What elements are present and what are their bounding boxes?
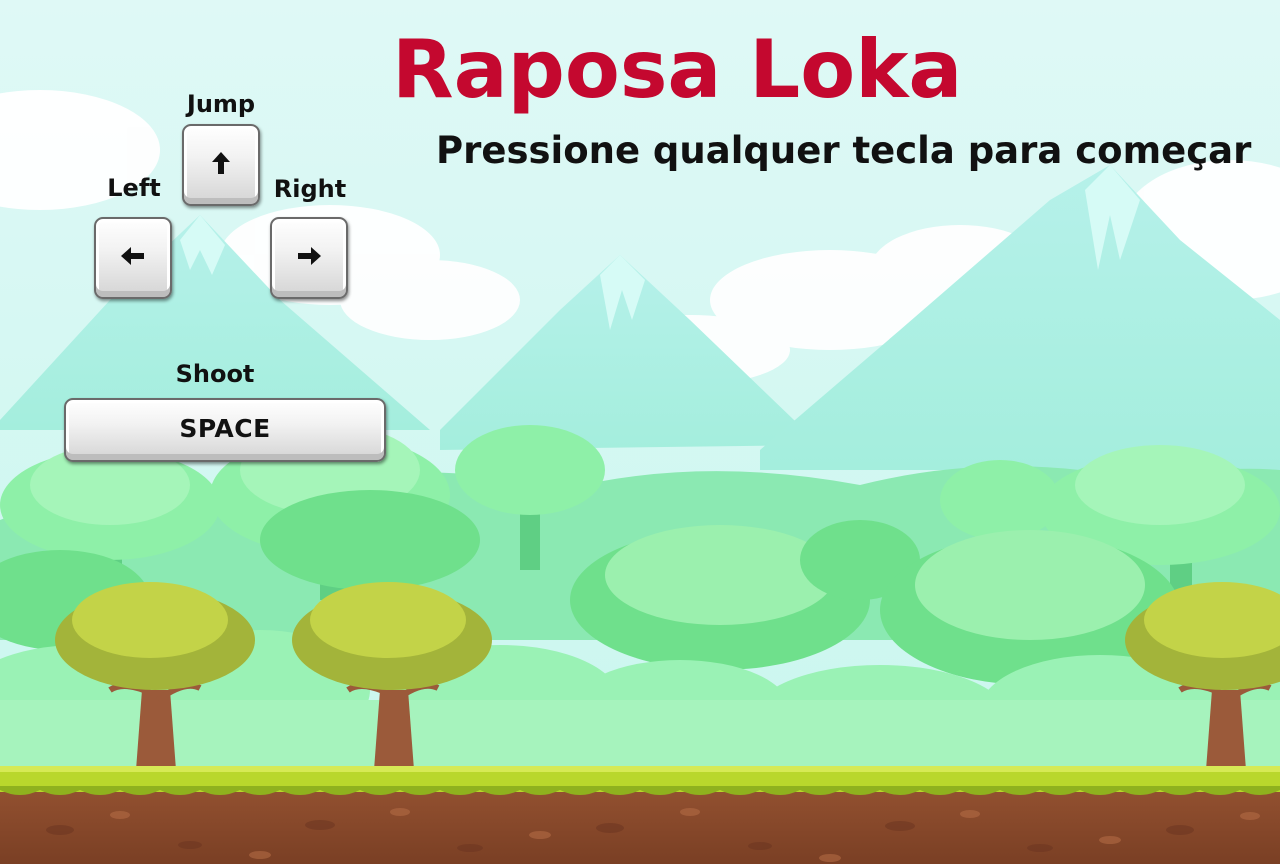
- ground: [0, 766, 1280, 864]
- shoot-label: Shoot: [175, 360, 255, 388]
- jump-label: Jump: [186, 90, 256, 118]
- space-key[interactable]: SPACE: [64, 398, 386, 462]
- arrow-left-icon: [121, 247, 144, 265]
- start-prompt: Pressione qualquer tecla para começar: [436, 129, 1252, 172]
- space-key-label: SPACE: [179, 413, 271, 443]
- left-key[interactable]: [94, 217, 172, 299]
- right-label: Right: [273, 175, 347, 203]
- bush-base: [0, 700, 1280, 775]
- game-screen[interactable]: Raposa Loka Pressione qualquer tecla par…: [0, 0, 1280, 864]
- left-label: Left: [107, 174, 161, 202]
- jump-key[interactable]: [182, 124, 260, 206]
- arrow-up-icon: [212, 152, 230, 174]
- game-title: Raposa Loka: [392, 23, 963, 116]
- right-key[interactable]: [270, 217, 348, 299]
- arrow-right-icon: [298, 247, 321, 265]
